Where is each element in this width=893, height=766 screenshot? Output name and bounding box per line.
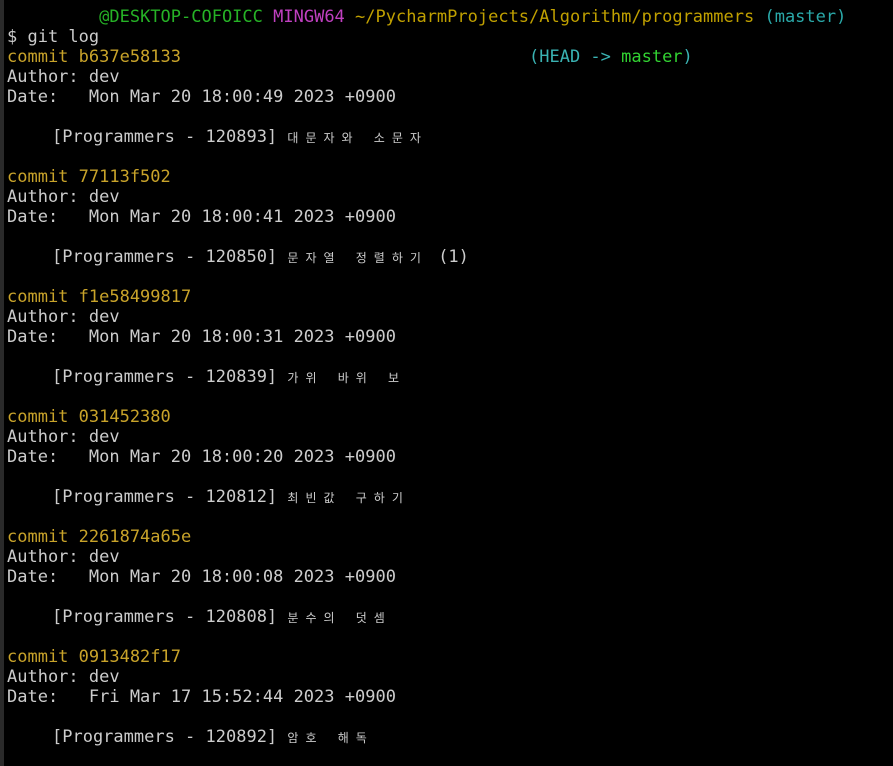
- commit-hash-line: commit f1e58499817: [7, 287, 893, 307]
- commit-message-korean: 암호 해독: [287, 731, 374, 745]
- commit-message-prefix: [Programmers - 120893]: [52, 127, 278, 147]
- commit-date: Date: Fri Mar 17 15:52:44 2023 +0900: [7, 687, 396, 707]
- commit-message-prefix: [Programmers - 120808]: [52, 607, 278, 627]
- commit-message-korean: 문자열 정렬하기: [287, 251, 428, 265]
- commit-message: [Programmers - 120808] 분수의 덧셈: [7, 607, 893, 627]
- commit-message: [Programmers - 120893] 대문자와 소문자: [7, 127, 893, 147]
- commit-message-korean: 분수의 덧셈: [287, 611, 392, 625]
- commit-message: [Programmers - 120892] 암호 해독: [7, 727, 893, 747]
- command-line: $ git log: [7, 27, 100, 47]
- commit-hash-line: commit 0913482f17: [7, 647, 893, 667]
- terminal-output[interactable]: @DESKTOP-COFOICC MINGW64 ~/PycharmProjec…: [7, 0, 893, 766]
- commit-author: Author: dev: [7, 67, 120, 87]
- prompt-branch: (master): [764, 7, 847, 27]
- commit-author: Author: dev: [7, 187, 120, 207]
- commit-hash: commit 0913482f17: [7, 647, 181, 667]
- commit-hash-line: commit 2261874a65e: [7, 527, 893, 547]
- head-ref-branch: master: [621, 47, 683, 67]
- commit-message: [Programmers - 120839] 가위 바위 보: [7, 367, 893, 387]
- prompt-line: @DESKTOP-COFOICC MINGW64 ~/PycharmProjec…: [7, 0, 893, 27]
- head-ref-close: ): [682, 47, 693, 67]
- commit-message-prefix: [Programmers - 120812]: [52, 487, 278, 507]
- commit-message-korean: 최빈값 구하기: [287, 491, 410, 505]
- commit-message-korean: 가위 바위 보: [287, 371, 407, 385]
- commit-message-prefix: [Programmers - 120892]: [52, 727, 278, 747]
- commit-hash: commit b637e58133: [7, 47, 181, 67]
- prompt-path: ~/PycharmProjects/Algorithm/programmers: [355, 7, 755, 27]
- commit-hash-line: commit b637e58133 (HEAD -> master): [7, 47, 893, 67]
- commit-hash: commit 77113f502: [7, 167, 171, 187]
- commit-message-prefix: [Programmers - 120839]: [52, 367, 278, 387]
- commit-message-suffix: (1): [438, 247, 469, 267]
- commit-hash: commit 031452380: [7, 407, 171, 427]
- commit-author: Author: dev: [7, 547, 120, 567]
- commit-author: Author: dev: [7, 667, 120, 687]
- commit-date: Date: Mon Mar 20 18:00:20 2023 +0900: [7, 447, 396, 467]
- commit-author: Author: dev: [7, 307, 120, 327]
- commit-author: Author: dev: [7, 427, 120, 447]
- commit-hash: commit 2261874a65e: [7, 527, 192, 547]
- head-ref-open: (HEAD ->: [529, 47, 622, 67]
- commit-date: Date: Mon Mar 20 18:00:31 2023 +0900: [7, 327, 396, 347]
- commit-hash-line: commit 031452380: [7, 407, 893, 427]
- commit-hash-line: commit 77113f502: [7, 167, 893, 187]
- commit-date: Date: Mon Mar 20 18:00:49 2023 +0900: [7, 87, 396, 107]
- commit-message: [Programmers - 120812] 최빈값 구하기: [7, 487, 893, 507]
- commit-message-prefix: [Programmers - 120850]: [52, 247, 278, 267]
- commit-message: [Programmers - 120850] 문자열 정렬하기 (1): [7, 247, 893, 267]
- commit-message-korean: 대문자와 소문자: [287, 131, 428, 145]
- commit-date: Date: Mon Mar 20 18:00:08 2023 +0900: [7, 567, 396, 587]
- commit-hash: commit f1e58499817: [7, 287, 192, 307]
- prompt-env: MINGW64: [273, 7, 345, 27]
- prompt-user-host: @DESKTOP-COFOICC: [99, 7, 263, 27]
- commit-date: Date: Mon Mar 20 18:00:41 2023 +0900: [7, 207, 396, 227]
- window-left-border: [0, 0, 4, 766]
